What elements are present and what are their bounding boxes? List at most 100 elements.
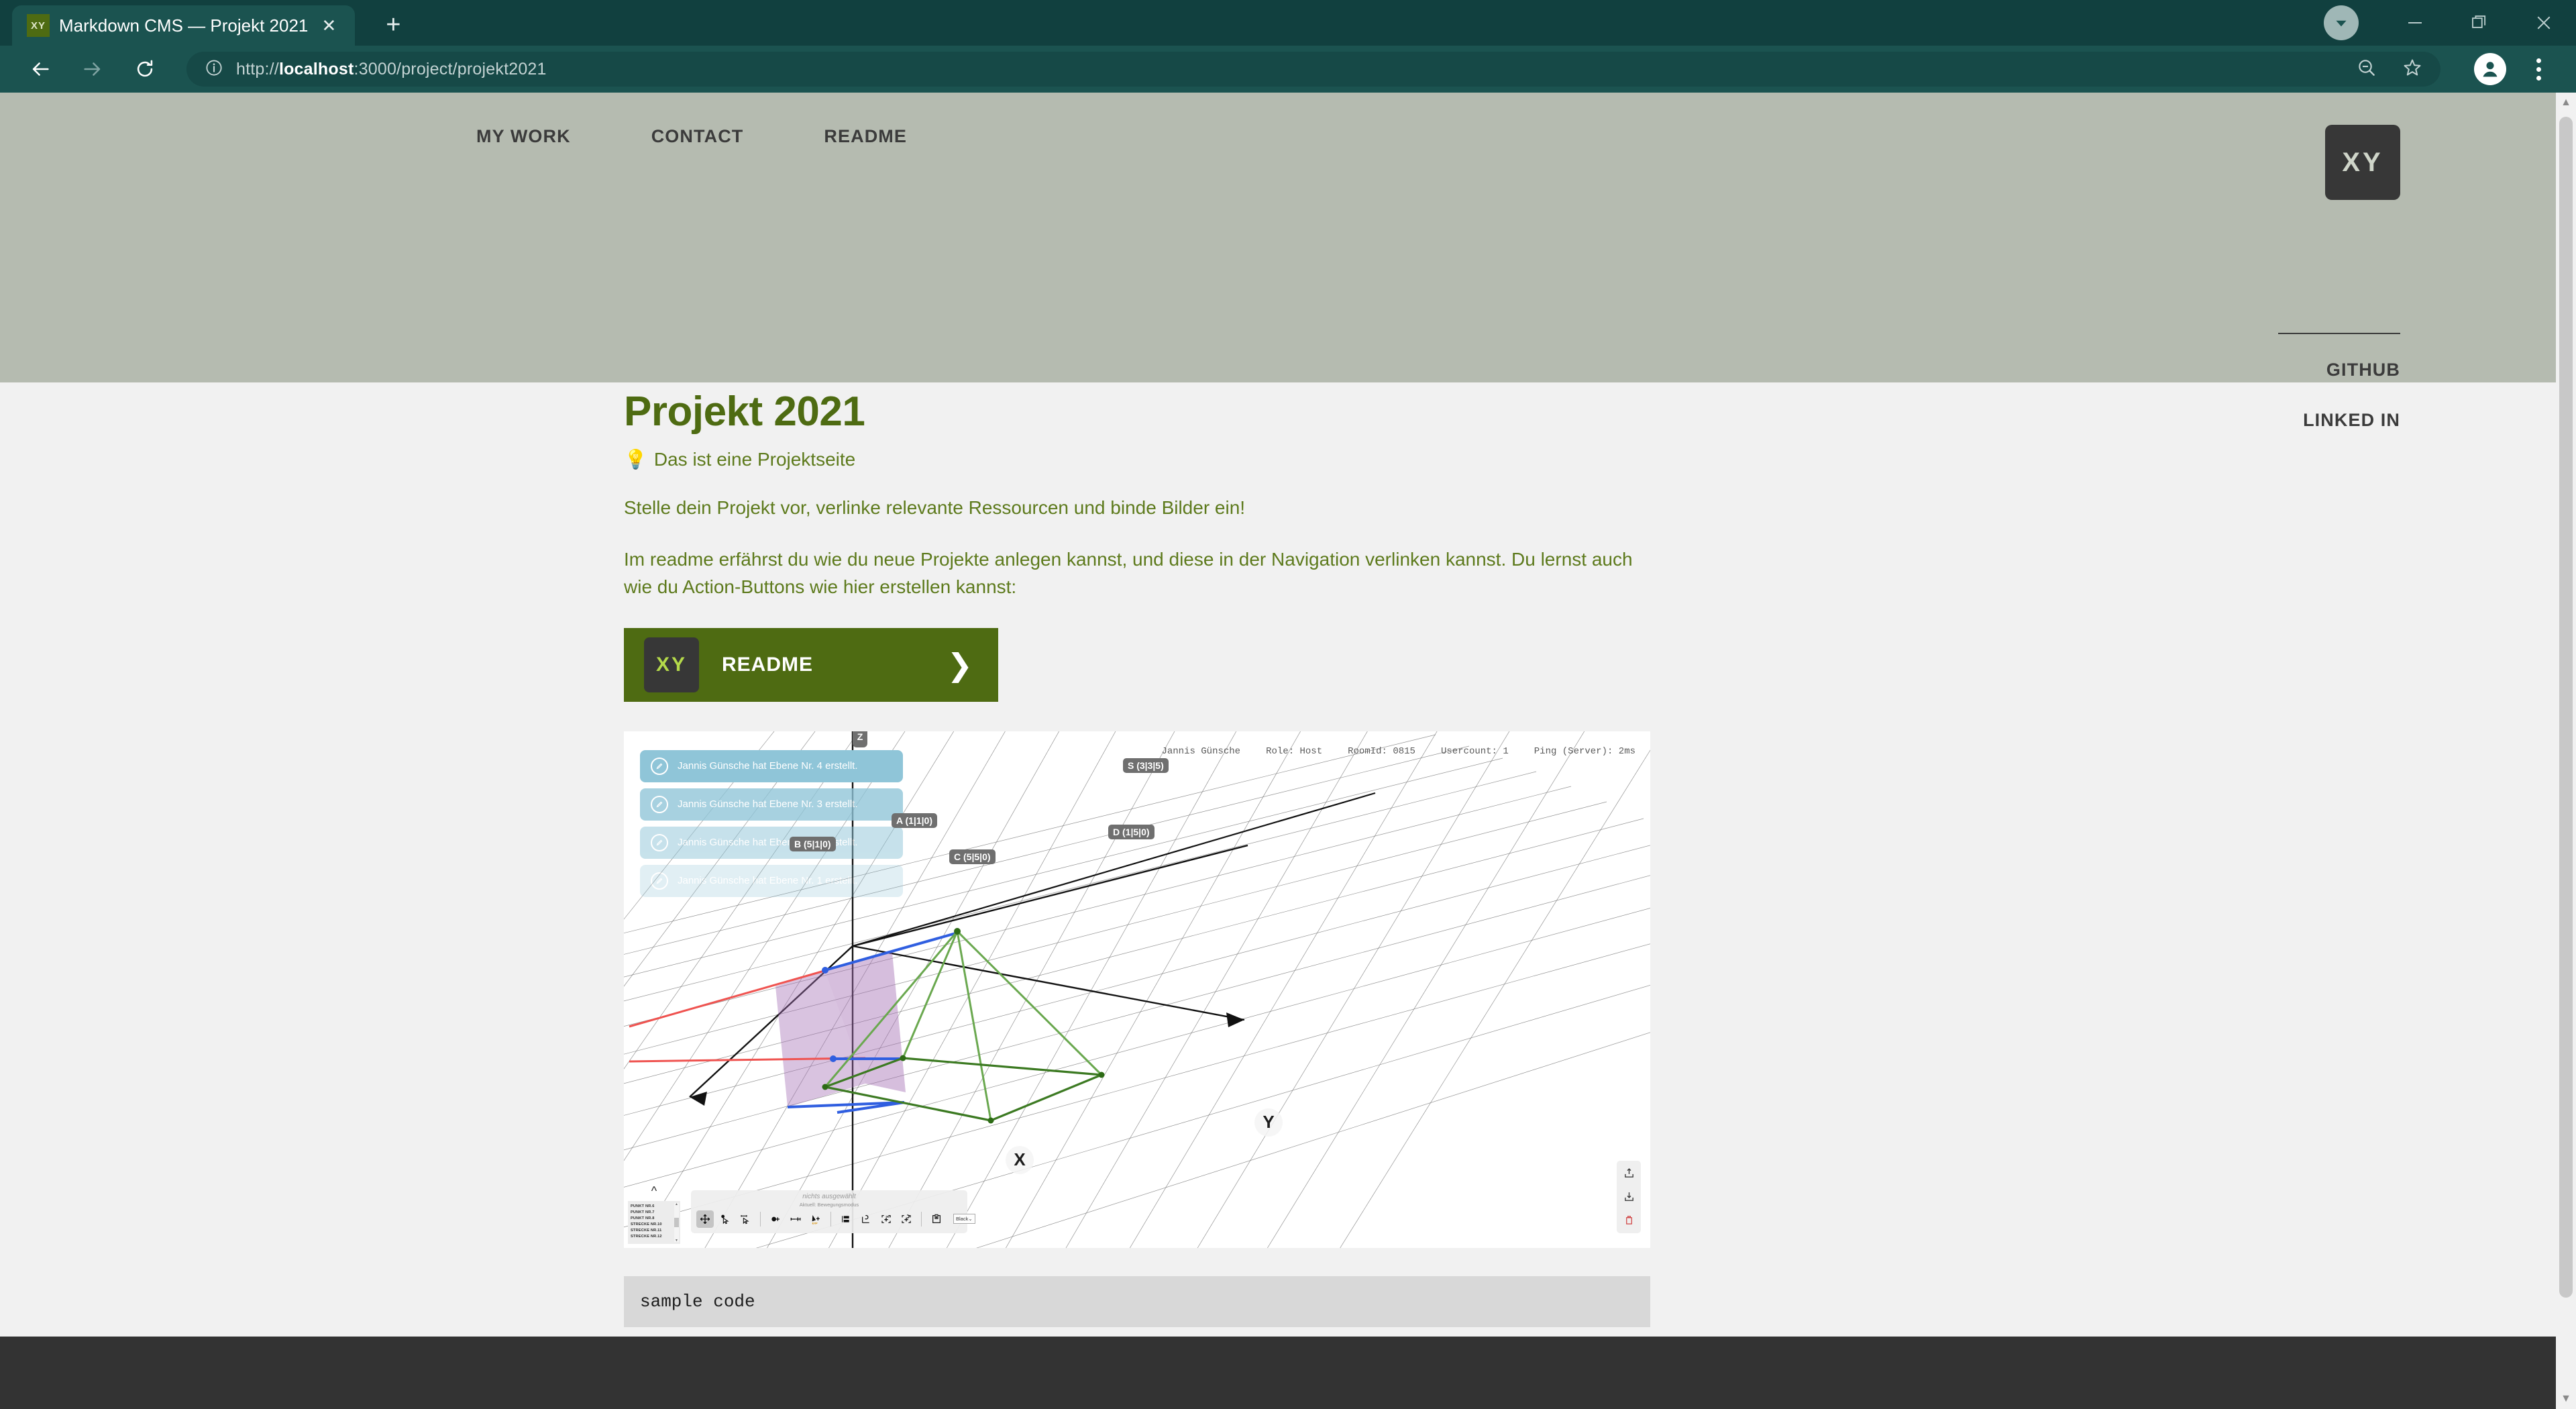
list-item[interactable]: STRECKE NR.10 xyxy=(631,1222,680,1228)
select-point-tool-button[interactable] xyxy=(716,1210,734,1228)
browser-tab[interactable]: XY Markdown CMS — Projekt 2021 ✕ xyxy=(12,5,356,46)
move-tool-button[interactable] xyxy=(696,1210,714,1228)
window-controls xyxy=(2324,0,2576,46)
scroll-up-arrow-icon[interactable]: ▲ xyxy=(2556,93,2576,113)
nav-item-readme[interactable]: README xyxy=(824,126,907,147)
color-select-value: Black xyxy=(956,1216,969,1222)
nav-item-my-work[interactable]: MY WORK xyxy=(476,126,571,147)
site-header: MY WORK CONTACT README XY GITHUB LINKED … xyxy=(0,93,2576,435)
callout-text: Das ist eine Projektseite xyxy=(653,448,856,470)
zoom-out-icon[interactable] xyxy=(2356,57,2377,82)
reload-icon[interactable] xyxy=(127,52,162,87)
side-tool-panel xyxy=(1617,1160,1641,1233)
delete-icon[interactable] xyxy=(1621,1213,1636,1228)
geometry-toolbar: nichts ausgewählt Aktuell: Bewegungsmodu… xyxy=(691,1190,975,1233)
list-item[interactable]: PUNKT NR.7 xyxy=(631,1210,680,1216)
scrollbar-thumb[interactable] xyxy=(674,1217,679,1227)
point-label-s: S (3|3|5) xyxy=(1123,758,1169,773)
toast-item: Jannis Günsche hat Ebene Nr. 3 erstellt. xyxy=(640,788,903,821)
download-icon[interactable] xyxy=(1621,1190,1636,1204)
browser-menu-icon[interactable] xyxy=(2524,58,2553,81)
window-maximize-button[interactable] xyxy=(2447,0,2512,46)
collapse-caret-icon[interactable]: ^ xyxy=(628,1185,680,1201)
window-close-button[interactable] xyxy=(2512,0,2576,46)
site-navigation: MY WORK CONTACT README xyxy=(0,93,2576,147)
social-links: GITHUB LINKED IN xyxy=(2303,360,2400,460)
browser-window: XY Markdown CMS — Projekt 2021 ✕ + http:… xyxy=(0,0,2576,1409)
rotate-tool-button[interactable] xyxy=(898,1210,915,1228)
color-select[interactable]: Black ⌄ xyxy=(953,1214,975,1224)
action-button-label: README xyxy=(722,653,814,676)
toast-text: Jannis Günsche hat Ebene Nr. 1 erstellt. xyxy=(678,875,858,887)
point-label-d: D (1|5|0) xyxy=(1108,824,1155,839)
url-text: http://localhost:3000/project/projekt202… xyxy=(236,59,547,79)
link-github[interactable]: GITHUB xyxy=(2303,360,2400,380)
link-linkedin[interactable]: LINKED IN xyxy=(2303,410,2400,431)
select-segment-tool-button[interactable] xyxy=(737,1210,754,1228)
mode-status-text: Aktuell: Bewegungsmodus xyxy=(799,1201,859,1208)
plane-tool-button[interactable] xyxy=(837,1210,855,1228)
add-segment-tool-button[interactable] xyxy=(787,1210,804,1228)
site-info-icon[interactable] xyxy=(204,58,224,81)
page-scrollbar[interactable]: ▲ ▼ xyxy=(2556,93,2576,1409)
selection-status-text: nichts ausgewählt xyxy=(802,1192,856,1200)
toolbar-status: nichts ausgewählt Aktuell: Bewegungsmodu… xyxy=(691,1190,967,1208)
list-item[interactable]: PUNKT NR.8 xyxy=(631,1216,680,1222)
browser-profile-chip-icon[interactable] xyxy=(2324,5,2359,40)
new-tab-button[interactable]: + xyxy=(378,12,409,38)
page-scrollbar-thumb[interactable] xyxy=(2559,117,2573,1298)
readme-action-button[interactable]: XY README ❯ xyxy=(624,627,998,702)
site-logo[interactable]: XY xyxy=(2325,125,2400,200)
back-icon[interactable] xyxy=(23,52,58,87)
scroll-up-icon[interactable]: ▲ xyxy=(675,1202,678,1206)
site-footer xyxy=(0,1337,2576,1409)
edit-icon xyxy=(651,795,668,813)
toolbar-separator xyxy=(830,1211,831,1227)
lightbulb-icon: 💡 xyxy=(624,449,647,470)
address-bar[interactable]: http://localhost:3000/project/projekt202… xyxy=(186,52,2440,87)
window-minimize-button[interactable] xyxy=(2383,0,2447,46)
chevron-down-icon: ⌄ xyxy=(968,1216,973,1222)
toast-item: Jannis Günsche hat Ebene Nr. 2 erstellt. xyxy=(640,826,903,859)
set-tool-button[interactable]: SET xyxy=(877,1210,895,1228)
list-item[interactable]: PUNKT NR.6 xyxy=(631,1204,680,1210)
callout-line: 💡 Das ist eine Projektseite xyxy=(624,448,1650,470)
paragraph-readme-hint: Im readme erfährst du wie du neue Projek… xyxy=(624,548,1633,597)
chevron-right-icon: ❯ xyxy=(947,647,973,682)
scroll-down-arrow-icon[interactable]: ▼ xyxy=(2556,1389,2576,1409)
toast-list: Jannis Günsche hat Ebene Nr. 4 erstellt.… xyxy=(640,749,903,903)
list-item[interactable]: STRECKE NR.12 xyxy=(631,1234,680,1240)
point-label-c: C (5|5|0) xyxy=(949,849,996,864)
status-usercount: Usercount: 1 xyxy=(1440,745,1509,757)
main-content: 💡 Das ist eine Projektseite Stelle dein … xyxy=(0,382,2576,1327)
object-list[interactable]: PUNKT NR.6 PUNKT NR.7 PUNKT NR.8 STRECKE… xyxy=(628,1200,680,1244)
svg-text:EXP: EXP xyxy=(812,1221,818,1224)
edit-icon xyxy=(651,833,668,851)
point-label-b: B (5|1|0) xyxy=(790,836,836,851)
toast-item: Jannis Günsche hat Ebene Nr. 4 erstellt. xyxy=(640,749,903,782)
object-list-scrollbar[interactable]: ▲ ▼ xyxy=(674,1202,679,1243)
forward-icon[interactable] xyxy=(75,52,110,87)
object-list-panel: ^ PUNKT NR.6 PUNKT NR.7 PUNKT NR.8 STREC… xyxy=(628,1185,680,1244)
list-item[interactable]: STRECKE NR.11 xyxy=(631,1228,680,1234)
star-icon[interactable] xyxy=(2402,57,2423,82)
tab-close-icon[interactable]: ✕ xyxy=(317,15,340,36)
tab-favicon: XY xyxy=(27,14,50,37)
nav-item-contact[interactable]: CONTACT xyxy=(651,126,744,147)
edit-icon xyxy=(651,757,668,775)
angle-tool-button[interactable] xyxy=(857,1210,875,1228)
toolbar-buttons: EXP SET Black ⌄ xyxy=(691,1208,975,1228)
status-role: Role: Host xyxy=(1266,745,1323,757)
profile-avatar-icon[interactable] xyxy=(2474,53,2506,85)
upload-icon[interactable] xyxy=(1621,1166,1636,1181)
add-expression-tool-button[interactable]: EXP xyxy=(807,1210,824,1228)
code-block: sample code xyxy=(624,1275,1650,1327)
toolbar-separator xyxy=(760,1211,761,1227)
axis-label-z: Z xyxy=(853,731,867,747)
toast-item: Jannis Günsche hat Ebene Nr. 1 erstellt. xyxy=(640,864,903,897)
session-status-bar: Jannis Günsche Role: Host RoomId: 0815 U… xyxy=(1161,746,1635,757)
scroll-down-icon[interactable]: ▼ xyxy=(675,1239,678,1243)
add-point-tool-button[interactable] xyxy=(767,1210,784,1228)
screenshot-tool-button[interactable] xyxy=(928,1210,945,1228)
axis-label-y: Y xyxy=(1254,1108,1283,1137)
